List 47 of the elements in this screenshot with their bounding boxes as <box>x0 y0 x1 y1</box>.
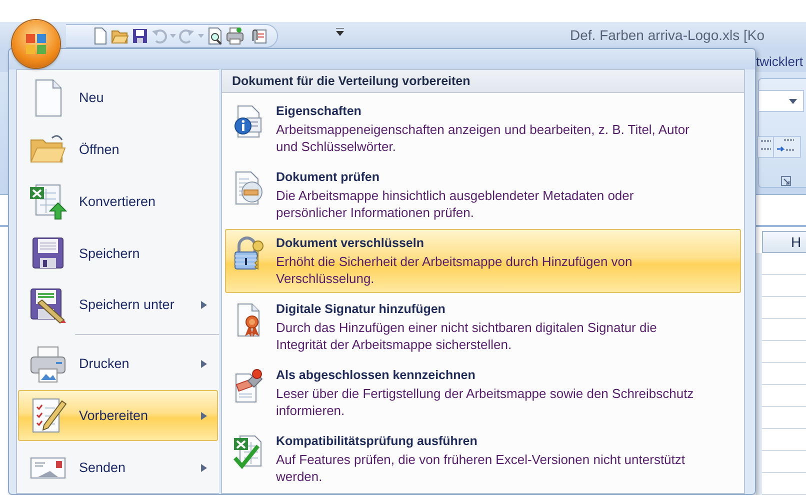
submenu-item[interactable]: Kompatibilitätsprüfung ausführen Auf Features prüfen, die von früheren Excel-Versionen nicht unterstützt werden. <box>225 427 741 491</box>
column-header[interactable]: H <box>762 231 806 253</box>
office-logo-icon <box>24 32 48 56</box>
save-button[interactable] <box>132 26 148 46</box>
menu-item[interactable]: Öffnen <box>18 124 218 176</box>
caret-icon <box>789 98 797 104</box>
menu-item[interactable]: Speichern <box>18 227 218 280</box>
submenu-arrow-icon <box>201 360 207 368</box>
new-document-button[interactable] <box>92 26 108 46</box>
folder-icon <box>111 28 129 44</box>
menu-item[interactable]: Drucken <box>18 338 218 390</box>
menu-item[interactable]: Neu <box>18 72 218 124</box>
menu-item[interactable]: Konvertieren <box>18 176 218 228</box>
floppy-disk-pencil-icon <box>28 286 68 324</box>
caret-icon <box>336 28 344 38</box>
page-magnifier-icon <box>207 27 223 45</box>
padlock-key-icon <box>232 236 264 272</box>
submenu-item[interactable]: Digitale Signatur hinzufügen Durch das Hinzufügen einer nicht sichtbaren digitalen Signatur die Integrität der Arbeitsmappe sicherstellen. <box>225 295 741 359</box>
printer-icon <box>28 344 68 383</box>
envelope-icon <box>28 455 68 480</box>
redo-arrow-icon <box>179 28 195 44</box>
menu-item[interactable]: Vorbereiten <box>18 390 218 442</box>
printer-icon <box>226 27 244 45</box>
submenu-arrow-icon <box>201 464 207 472</box>
menu-item[interactable]: Speichern unter <box>18 279 218 331</box>
undo-arrow-icon <box>151 28 167 44</box>
ribbon-tab[interactable]: twicklert <box>756 54 803 69</box>
print-preview-button[interactable] <box>207 26 223 46</box>
document-info-icon <box>232 104 264 140</box>
caret-icon <box>198 34 204 38</box>
submenu-arrow-icon <box>201 412 207 420</box>
submenu-item[interactable]: Dokument verschlüsseln Erhöht die Sicherheit der Arbeitsmappe durch Hinzufügen von Verschlüsselung. <box>225 229 741 293</box>
print-button[interactable] <box>226 26 244 46</box>
window-title: Def. Farben arriva-Logo.xls [Ko <box>570 27 765 43</box>
spreadsheet-checkmark-icon <box>232 434 264 470</box>
submenu-item[interactable]: Eigenschaften Arbeitsmappeneigenschaften anzeigen und bearbeiten, z. B. Titel, Autor und Schlüsselwörter. <box>225 97 741 161</box>
dialog-launcher-icon <box>781 176 791 186</box>
caret-icon <box>170 34 176 38</box>
submenu-arrow-icon <box>201 301 207 310</box>
office-button[interactable] <box>12 20 60 68</box>
submenu-item[interactable]: Dokument prüfen Die Arbeitsmappe hinsichtlich ausgeblendeter Metadaten oder persönlicher Informationen prüfen. <box>225 163 741 227</box>
blank-page-icon <box>92 27 108 45</box>
menu-item[interactable]: Senden <box>18 441 218 494</box>
decrease-decimal-button[interactable] <box>773 136 801 158</box>
dialog-launcher-button[interactable] <box>781 174 791 189</box>
submenu-item[interactable]: Als abgeschlossen kennzeichnen Leser über die Fertigstellung der Arbeitsmappe sowie den Schreibschutz informieren. <box>225 361 741 425</box>
submenu-title: Dokument für die Verteilung vorbereiten <box>232 74 470 88</box>
